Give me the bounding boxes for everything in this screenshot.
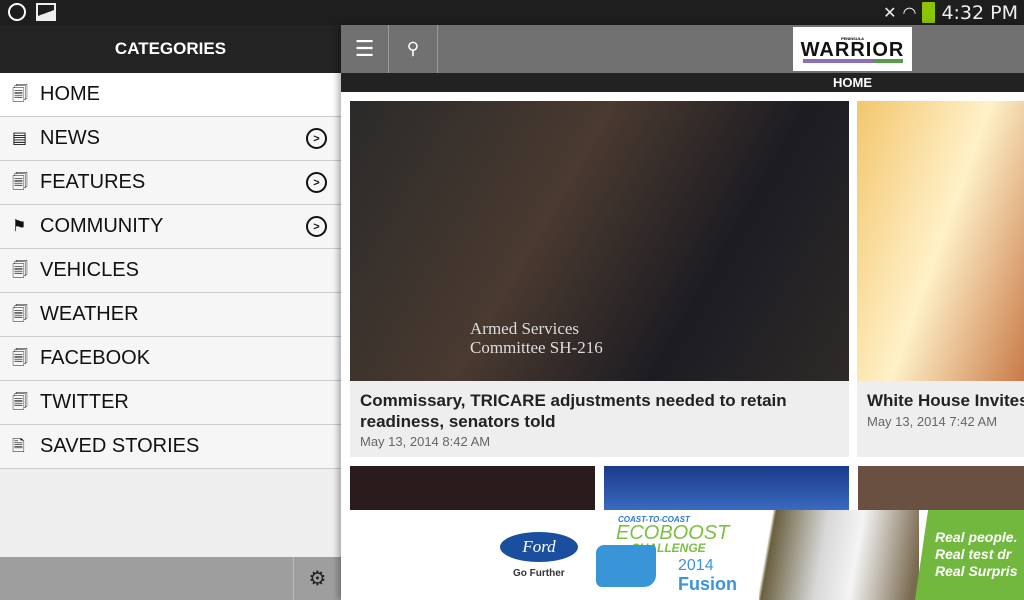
car-image: [759, 510, 919, 600]
sidebar-item-label: SAVED STORIES: [40, 435, 200, 457]
article-date: May 13, 2014 7:42 AM: [867, 414, 998, 429]
article-title: White House Invites: [867, 391, 1024, 410]
clock: 4:32 PM: [941, 1, 1018, 24]
expand-chevron-icon[interactable]: >: [306, 216, 327, 237]
document-icon: ⚑: [12, 217, 27, 235]
image-caption: Armed Services Committee SH-216: [470, 319, 603, 357]
sidebar-item-weather[interactable]: 🗐 WEATHER: [0, 293, 341, 337]
sidebar-item-label: WEATHER: [40, 303, 139, 325]
sidebar-item-label: NEWS: [40, 127, 100, 149]
sidebar-item-label: VEHICLES: [40, 259, 139, 281]
sidebar-item-community[interactable]: ⚑ COMMUNITY >: [0, 205, 341, 249]
ford-logo: Ford: [500, 532, 578, 562]
sidebar-item-features[interactable]: 🗐 FEATURES >: [0, 161, 341, 205]
battery-icon: [922, 2, 936, 23]
ad-model: Fusion: [678, 574, 737, 594]
search-icon: ⚲: [406, 39, 420, 58]
toolbar: ☰ ⚲ PENINSULA WARRIOR: [341, 25, 1024, 73]
ad-banner[interactable]: Ford Go Further COAST-TO-COAST ECOBOOST …: [341, 510, 1024, 600]
main-content: ☰ ⚲ PENINSULA WARRIOR HOME Armed Service…: [341, 25, 1024, 600]
logo-main-text: WARRIOR: [800, 38, 905, 61]
sidebar-item-home[interactable]: 🗐 HOME: [0, 73, 341, 117]
document-icon: 🗎: [12, 437, 25, 455]
mute-icon: ✕: [883, 4, 897, 22]
article-image: [857, 101, 1024, 381]
article-card[interactable]: [858, 466, 1024, 510]
sidebar-item-label: TWITTER: [40, 391, 129, 413]
ad-year: 2014: [678, 557, 714, 574]
ad-line: Real people.: [935, 529, 1018, 545]
status-bar: ✕ ◠ 4:32 PM: [0, 0, 1024, 25]
sidebar-item-label: FEATURES: [40, 171, 146, 193]
sidebar-item-news[interactable]: ▤ NEWS >: [0, 117, 341, 161]
gear-icon: ⚙: [308, 568, 327, 590]
sidebar-item-twitter[interactable]: 🗐 TWITTER: [0, 381, 341, 425]
sidebar-item-label: COMMUNITY: [40, 215, 164, 237]
document-icon: 🗐: [12, 349, 28, 367]
sidebar-item-label: FACEBOOK: [40, 347, 151, 369]
document-icon: ▤: [12, 129, 28, 147]
image-icon: [36, 3, 56, 21]
article-card[interactable]: [604, 466, 849, 510]
article-title: Commissary, TRICARE adjustments needed t…: [360, 391, 787, 431]
article-image: Armed Services Committee SH-216: [350, 101, 849, 381]
drawer-footer: ⚙: [0, 557, 341, 600]
document-icon: 🗐: [12, 393, 28, 411]
ad-green-panel: Real people. Real test dr Real Surpris: [915, 510, 1024, 600]
usa-map-icon: [596, 545, 656, 587]
document-icon: 🗐: [12, 85, 28, 103]
expand-chevron-icon[interactable]: >: [306, 172, 327, 193]
categories-drawer: CATEGORIES 🗐 HOME ▤ NEWS > 🗐 FEATURES > ⚑ COMMUNI…: [0, 25, 341, 600]
article-card[interactable]: White House Invites May 13, 2014 7:42 AM: [857, 101, 1024, 457]
settings-button[interactable]: ⚙: [293, 557, 341, 600]
sidebar-item-saved-stories[interactable]: 🗎 SAVED STORIES: [0, 425, 341, 469]
wifi-icon: ◠: [902, 4, 917, 22]
sidebar-item-label: HOME: [40, 83, 100, 105]
logo-bar: [802, 58, 903, 63]
ad-line: Real test dr: [935, 546, 1012, 562]
ad-line: Real Surpris: [935, 563, 1018, 579]
article-card[interactable]: [350, 466, 595, 510]
menu-button[interactable]: ☰: [341, 25, 389, 73]
expand-chevron-icon[interactable]: >: [306, 128, 327, 149]
app-logo[interactable]: PENINSULA WARRIOR: [793, 27, 912, 71]
article-card[interactable]: Armed Services Committee SH-216 Commissa…: [350, 101, 849, 457]
document-icon: 🗐: [12, 173, 28, 191]
sidebar-item-vehicles[interactable]: 🗐 VEHICLES: [0, 249, 341, 293]
sidebar-item-facebook[interactable]: 🗐 FACEBOOK: [0, 337, 341, 381]
hamburger-icon: ☰: [354, 36, 375, 61]
ad-headline: ECOBOOST: [616, 522, 730, 544]
search-button[interactable]: ⚲: [389, 25, 438, 73]
drawer-title: CATEGORIES: [0, 25, 341, 73]
document-icon: 🗐: [12, 261, 28, 279]
article-date: May 13, 2014 8:42 AM: [360, 434, 491, 449]
location-icon: [8, 3, 26, 21]
ad-tagline: Go Further: [513, 568, 565, 579]
document-icon: 🗐: [12, 305, 28, 323]
section-title: HOME: [341, 73, 1024, 92]
